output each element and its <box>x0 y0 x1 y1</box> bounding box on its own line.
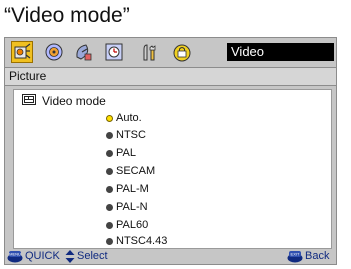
option-pal60[interactable]: PAL60 <box>106 217 148 233</box>
satellite-dish-icon[interactable] <box>73 41 95 63</box>
radio-icon <box>106 221 113 229</box>
page-caption: “Video mode” <box>4 4 130 27</box>
option-label: NTSC4.43 <box>116 235 168 247</box>
radio-selected-icon <box>106 114 113 122</box>
option-pal-m[interactable]: PAL-M <box>106 181 149 197</box>
option-pal[interactable]: PAL <box>106 145 136 161</box>
option-label: NTSC <box>116 129 146 141</box>
video-mode-panel: Video mode Auto. NTSC PAL SECAM PAL-M PA… <box>13 89 332 249</box>
quick-hint[interactable]: MENU QUICK <box>7 249 60 264</box>
radio-icon <box>106 167 113 175</box>
option-auto[interactable]: Auto. <box>106 110 142 126</box>
radio-icon <box>106 203 113 211</box>
tv-icon <box>22 94 36 108</box>
option-label: PAL-N <box>116 201 148 213</box>
settings-icon[interactable] <box>138 41 160 63</box>
svg-text:EXIT: EXIT <box>291 252 300 257</box>
back-label: Back <box>305 250 330 262</box>
exit-button-icon: EXIT <box>287 251 303 263</box>
option-label: PAL <box>116 147 136 159</box>
svg-text:MENU: MENU <box>9 252 21 257</box>
back-hint[interactable]: EXIT Back <box>287 249 329 264</box>
sound-icon[interactable] <box>43 41 65 63</box>
radio-icon <box>106 149 113 157</box>
radio-icon <box>106 131 113 139</box>
option-pal-n[interactable]: PAL-N <box>106 199 148 215</box>
lock-icon[interactable] <box>171 41 193 63</box>
picture-icon[interactable] <box>11 41 33 63</box>
section-header: Picture <box>5 67 336 86</box>
option-label: PAL-M <box>116 183 149 195</box>
option-label: Auto. <box>116 112 142 124</box>
select-label: Select <box>77 250 108 262</box>
footer-hints: MENU QUICK Select EXIT Back <box>5 249 336 264</box>
quick-label: QUICK <box>25 250 60 262</box>
option-ntsc[interactable]: NTSC <box>106 127 146 143</box>
option-secam[interactable]: SECAM <box>106 163 155 179</box>
menu-title-row: Video mode <box>22 93 106 109</box>
menu-title-box: Video <box>227 43 334 61</box>
menu-title: Video mode <box>42 94 106 108</box>
menu-button-icon: MENU <box>7 251 23 263</box>
radio-icon <box>106 237 113 245</box>
option-ntsc443[interactable]: NTSC4.43 <box>106 233 167 249</box>
menu-icon-bar: Video <box>5 38 336 67</box>
option-label: PAL60 <box>116 219 149 231</box>
option-label: SECAM <box>116 165 156 177</box>
up-down-arrows-icon <box>65 250 75 263</box>
radio-icon <box>106 185 113 193</box>
select-hint[interactable]: Select <box>65 249 108 264</box>
timer-icon[interactable] <box>103 41 125 63</box>
osd-menu-window: Video Picture Video mode Auto. NTSC PAL … <box>4 37 337 265</box>
